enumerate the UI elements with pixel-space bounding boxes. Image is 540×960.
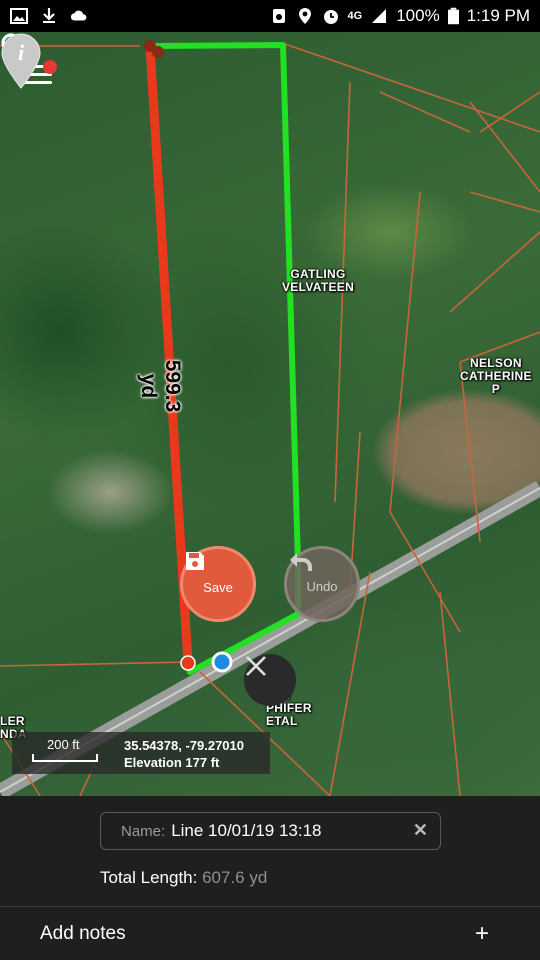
download-icon: [43, 8, 55, 23]
cloud-icon: [70, 10, 87, 21]
vertex-handle[interactable]: [180, 655, 196, 671]
info-pin-icon[interactable]: i: [0, 32, 42, 90]
my-location-marker: [211, 651, 233, 673]
close-button[interactable]: [244, 654, 296, 706]
signal-icon: [372, 9, 387, 23]
save-label: Save: [203, 579, 233, 595]
floppy-disk-icon: [186, 552, 204, 570]
undo-arrow-icon: [290, 553, 312, 571]
clear-name-icon[interactable]: ✕: [413, 820, 428, 841]
status-bar: 4G 100% 1:19 PM: [0, 0, 540, 32]
divider: [0, 906, 540, 907]
name-value[interactable]: Line 10/01/19 13:18: [171, 821, 321, 841]
coordinates-readout: 35.54378, -79.27010 Elevation 177 ft: [124, 737, 244, 771]
alarm-icon: [323, 10, 338, 24]
parcel-label: GATLING VELVATEEN: [282, 267, 355, 294]
elevation: Elevation 177 ft: [124, 755, 220, 770]
battery-icon: [447, 7, 459, 25]
total-length-value: 607.6 yd: [202, 868, 268, 887]
line-details-panel: Name: Line 10/01/19 13:18 ✕ Total Length…: [0, 796, 540, 960]
parcel-label: NELSON CATHERINE P: [460, 356, 532, 396]
undo-label: Undo: [306, 578, 338, 594]
vertex-handle[interactable]: [152, 46, 164, 58]
total-length: Total Length: 607.6 yd: [100, 868, 267, 888]
save-button[interactable]: Save: [180, 546, 256, 622]
name-label: Name:: [121, 822, 166, 840]
battery-level: 100%: [396, 6, 440, 25]
location-icon: [298, 8, 311, 24]
scale-bar: [32, 754, 98, 762]
notification-dot: [43, 60, 57, 74]
close-icon: [246, 656, 266, 676]
svg-text:i: i: [18, 40, 25, 65]
undo-button[interactable]: Undo: [284, 546, 360, 622]
add-notes-plus-icon[interactable]: +: [475, 920, 489, 948]
gallery-icon: [10, 8, 28, 24]
clock: 1:19 PM: [466, 6, 530, 25]
name-field[interactable]: Name: Line 10/01/19 13:18 ✕: [100, 812, 441, 850]
total-length-label: Total Length:: [100, 868, 198, 887]
coordinates: 35.54378, -79.27010: [124, 738, 244, 753]
map-view[interactable]: GATLING VELVATEEN NELSON CATHERINE P ELL…: [0, 32, 540, 796]
network-type: 4G: [347, 10, 363, 22]
scale-label: 200 ft: [47, 737, 80, 752]
segment-length-label: 599.3 yd: [137, 359, 184, 413]
add-notes-label[interactable]: Add notes: [40, 923, 126, 945]
scale-info-box: 200 ft 35.54378, -79.27010 Elevation 177…: [12, 732, 270, 774]
alarm-alert-icon: [272, 9, 285, 23]
